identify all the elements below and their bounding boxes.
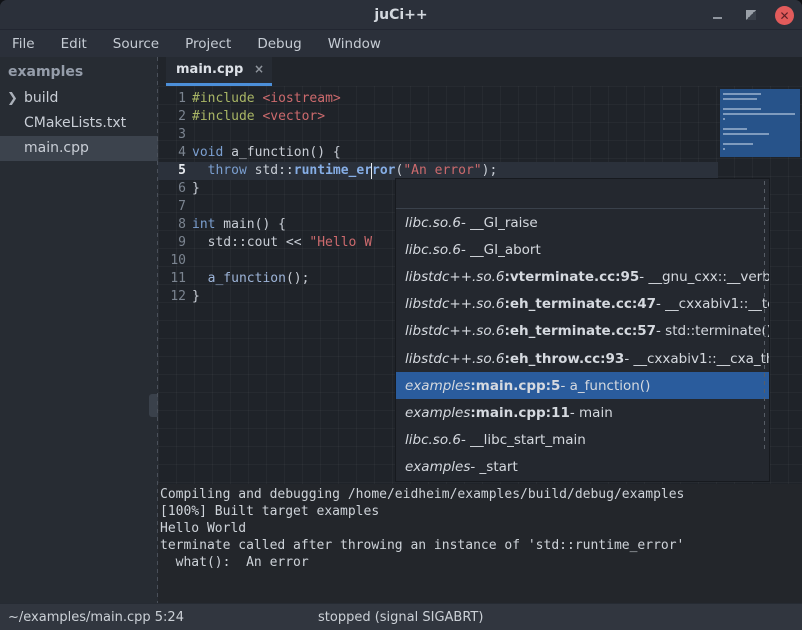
menu-item-window[interactable]: Window [328,36,381,52]
line-number: 10 [158,252,186,270]
juci-window: juCi++ ✕ File Edit Source Project Debug Windo… [0,0,802,630]
terminal-output[interactable]: Compiling and debugging /home/eidheim/ex… [158,484,802,603]
menu-bar: File Edit Source Project Debug Window [0,30,802,57]
minimap-code-line [723,113,795,115]
line-number: 3 [158,126,186,144]
restore-button[interactable] [742,6,760,24]
backtrace-item[interactable]: examples:main.cpp:11 - main [396,399,769,426]
menu-item-file[interactable]: File [12,36,35,52]
line-number: 5 [158,162,186,180]
minimap-code-line [723,93,761,95]
sidebar-item-main-cpp[interactable]: main.cpp [0,136,158,161]
text-cursor [371,163,372,179]
terminal-line: [100%] Built target examples [160,503,802,520]
backtrace-item[interactable]: libstdc++.so.6:vterminate.cc:95 - __gnu_… [396,263,769,290]
file-tree-sidebar: examples ❯ build CMakeLists.txt main.cpp [0,57,158,603]
menu-item-debug[interactable]: Debug [257,36,301,52]
line-number: 8 [158,216,186,234]
minimap-code-line [723,148,725,150]
line-number: 1 [158,90,186,108]
line-number: 11 [158,270,186,288]
status-file-position: ~/examples/main.cpp 5:24 [8,610,184,625]
backtrace-item[interactable]: libc.so.6 - __GI_abort [396,236,769,263]
terminal-line: Compiling and debugging /home/eidheim/ex… [160,486,802,503]
line-number: 2 [158,108,186,126]
terminal-line: Hello World [160,520,802,537]
line-number: 9 [158,234,186,252]
backtrace-list: libc.so.6 - __GI_raiselibc.so.6 - __GI_a… [396,209,769,481]
minimize-icon [713,17,722,19]
close-button[interactable]: ✕ [775,6,794,25]
line-number: 7 [158,198,186,216]
minimap-code-line [723,108,761,110]
menu-item-edit[interactable]: Edit [61,36,87,52]
file-label: CMakeLists.txt [24,115,126,131]
tab-bar: main.cpp × [158,57,802,86]
minimap-code-line [723,98,757,100]
sidebar-item-build[interactable]: ❯ build [0,86,158,111]
backtrace-popup: libc.so.6 - __GI_raiselibc.so.6 - __GI_a… [395,178,770,482]
close-icon: ✕ [779,7,789,25]
minimize-button[interactable] [708,6,726,24]
minimap[interactable] [720,89,800,157]
terminal-line: terminate called after throwing an insta… [160,537,802,554]
sidebar-item-cmakelists-txt[interactable]: CMakeLists.txt [0,111,158,136]
backtrace-filter-input[interactable] [396,179,769,209]
restore-icon [746,10,756,20]
line-number: 12 [158,288,186,306]
line-number: 4 [158,144,186,162]
backtrace-item[interactable]: libstdc++.so.6:eh_throw.cc:93 - __cxxabi… [396,345,769,372]
minimap-code-line [723,118,725,120]
code-line [192,126,497,144]
backtrace-item[interactable]: examples - _start [396,454,769,481]
terminal-line: what(): An error [160,554,802,571]
backtrace-item[interactable]: examples:main.cpp:5 - a_function() [396,372,769,399]
status-bar: ~/examples/main.cpp 5:24 stopped (signal… [0,603,802,630]
backtrace-item[interactable]: libstdc++.so.6:eh_terminate.cc:57 - std:… [396,318,769,345]
minimap-code-line [723,133,769,135]
backtrace-item[interactable]: libc.so.6 - __libc_start_main [396,427,769,454]
chevron-right-icon[interactable]: ❯ [7,86,18,111]
status-debug-state: stopped (signal SIGABRT) [318,610,483,625]
code-line: #include <vector> [192,108,497,126]
code-line: void a_function() { [192,144,497,162]
tab-close-icon[interactable]: × [254,62,264,76]
minimap-code-line [723,128,747,130]
menu-item-source[interactable]: Source [113,36,159,52]
file-label: build [24,90,58,106]
backtrace-item[interactable]: libc.so.6 - __GI_raise [396,209,769,236]
project-name-header: examples [0,57,158,86]
menu-item-project[interactable]: Project [185,36,231,52]
popup-scrollbar[interactable] [764,181,765,449]
tab-label: main.cpp [176,62,254,77]
minimap-code-line [723,143,753,145]
backtrace-item[interactable]: libstdc++.so.6:eh_terminate.cc:47 - __cx… [396,291,769,318]
tab-main-cpp[interactable]: main.cpp × [166,57,272,86]
line-number: 6 [158,180,186,198]
line-number-gutter: 123456789101112 [158,90,186,306]
title-bar[interactable]: juCi++ ✕ [0,0,802,30]
code-line: #include <iostream> [192,90,497,108]
window-title: juCi++ [0,0,802,30]
file-label: main.cpp [24,140,89,156]
